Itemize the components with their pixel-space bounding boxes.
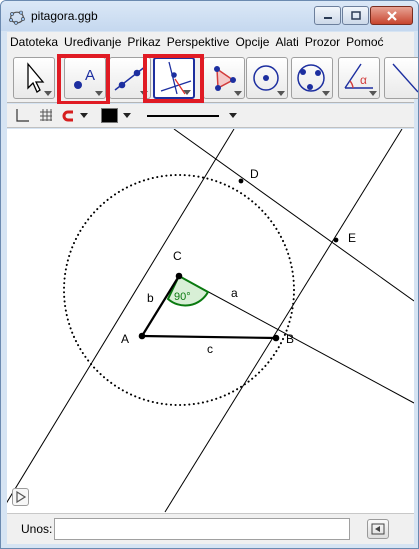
- segment-b[interactable]: [141, 275, 180, 337]
- line-tool-button[interactable]: [109, 57, 151, 99]
- menu-pomoc[interactable]: Pomoć: [343, 35, 386, 49]
- minimize-icon: [323, 16, 332, 19]
- point-c[interactable]: [175, 272, 183, 280]
- segment-c[interactable]: [141, 334, 277, 340]
- line-through-d-e[interactable]: [173, 129, 414, 302]
- color-dropdown-icon[interactable]: [123, 113, 131, 119]
- label-a: A: [121, 332, 129, 346]
- maximize-icon: [350, 10, 361, 20]
- move-tool-button[interactable]: [13, 57, 55, 99]
- point-capture-magnet-icon[interactable]: [62, 109, 76, 123]
- svg-text:A: A: [85, 67, 95, 84]
- grid-toggle-icon[interactable]: [39, 108, 53, 122]
- line-style-selector[interactable]: [145, 110, 237, 122]
- menu-prikaz[interactable]: Prikaz: [124, 35, 163, 49]
- angle-label: 90°: [174, 291, 191, 303]
- minimize-button[interactable]: [314, 6, 341, 25]
- angle-tool-button[interactable]: α: [338, 57, 380, 99]
- segment-a-extension[interactable]: [178, 275, 414, 404]
- menu-uredivanje[interactable]: Uređivanje: [61, 35, 124, 49]
- play-triangle-icon: [16, 490, 27, 504]
- input-help-icon: [371, 523, 385, 535]
- polygon-tool-button[interactable]: [203, 57, 245, 99]
- point-a[interactable]: [138, 332, 146, 340]
- label-segment-a: a: [231, 286, 238, 300]
- close-icon: [386, 10, 397, 21]
- input-field[interactable]: [54, 518, 350, 540]
- style-bar: [7, 104, 414, 128]
- input-help-button[interactable]: [367, 519, 389, 539]
- conic-tool-button[interactable]: [291, 57, 333, 99]
- reflect-tool-button[interactable]: [384, 57, 418, 99]
- construction-canvas[interactable]: A B C D E a b c 90°: [7, 129, 414, 513]
- label-d: D: [250, 167, 259, 181]
- axes-toggle-icon[interactable]: [14, 109, 30, 123]
- window-title: pitagora.ggb: [31, 9, 98, 23]
- menu-bar: Datoteka Uređivanje Prikaz Perspektive O…: [7, 32, 414, 52]
- maximize-button[interactable]: [342, 6, 369, 25]
- circle-tool-button[interactable]: [246, 57, 288, 99]
- menu-alati[interactable]: Alati: [272, 35, 301, 49]
- label-c: C: [173, 249, 182, 263]
- color-swatch[interactable]: [101, 108, 118, 123]
- menu-prozor[interactable]: Prozor: [302, 35, 343, 49]
- label-b: B: [286, 332, 294, 346]
- title-bar[interactable]: pitagora.ggb: [1, 1, 418, 31]
- point-b[interactable]: [272, 334, 280, 342]
- app-window: pitagora.ggb Datoteka Uređivanje Prikaz …: [0, 0, 419, 549]
- label-e: E: [348, 231, 356, 245]
- graphics-expand-button[interactable]: [12, 488, 29, 506]
- point-d[interactable]: [238, 178, 244, 184]
- point-tool-button[interactable]: A: [64, 57, 106, 99]
- reflect-about-line-icon: [392, 63, 418, 93]
- menu-perspektive[interactable]: Perspektive: [164, 35, 233, 49]
- label-segment-b: b: [147, 291, 154, 305]
- graphics-view[interactable]: A B C D E a b c 90°: [7, 129, 414, 513]
- input-label: Unos:: [21, 522, 53, 536]
- perpendicular-line-tool-button[interactable]: [153, 57, 195, 99]
- label-segment-c: c: [207, 342, 213, 356]
- close-button[interactable]: [370, 6, 413, 25]
- line-through-b-e[interactable]: [164, 129, 403, 513]
- geogebra-app-icon: [9, 10, 25, 25]
- input-bar: Unos:: [7, 513, 414, 544]
- line-through-a-c[interactable]: [7, 129, 235, 512]
- capture-dropdown-icon[interactable]: [80, 113, 88, 119]
- point-e[interactable]: [333, 237, 339, 243]
- menu-opcije[interactable]: Opcije: [232, 35, 272, 49]
- menu-datoteka[interactable]: Datoteka: [7, 35, 61, 49]
- toolbar: A α: [7, 52, 418, 103]
- svg-text:α: α: [360, 73, 367, 87]
